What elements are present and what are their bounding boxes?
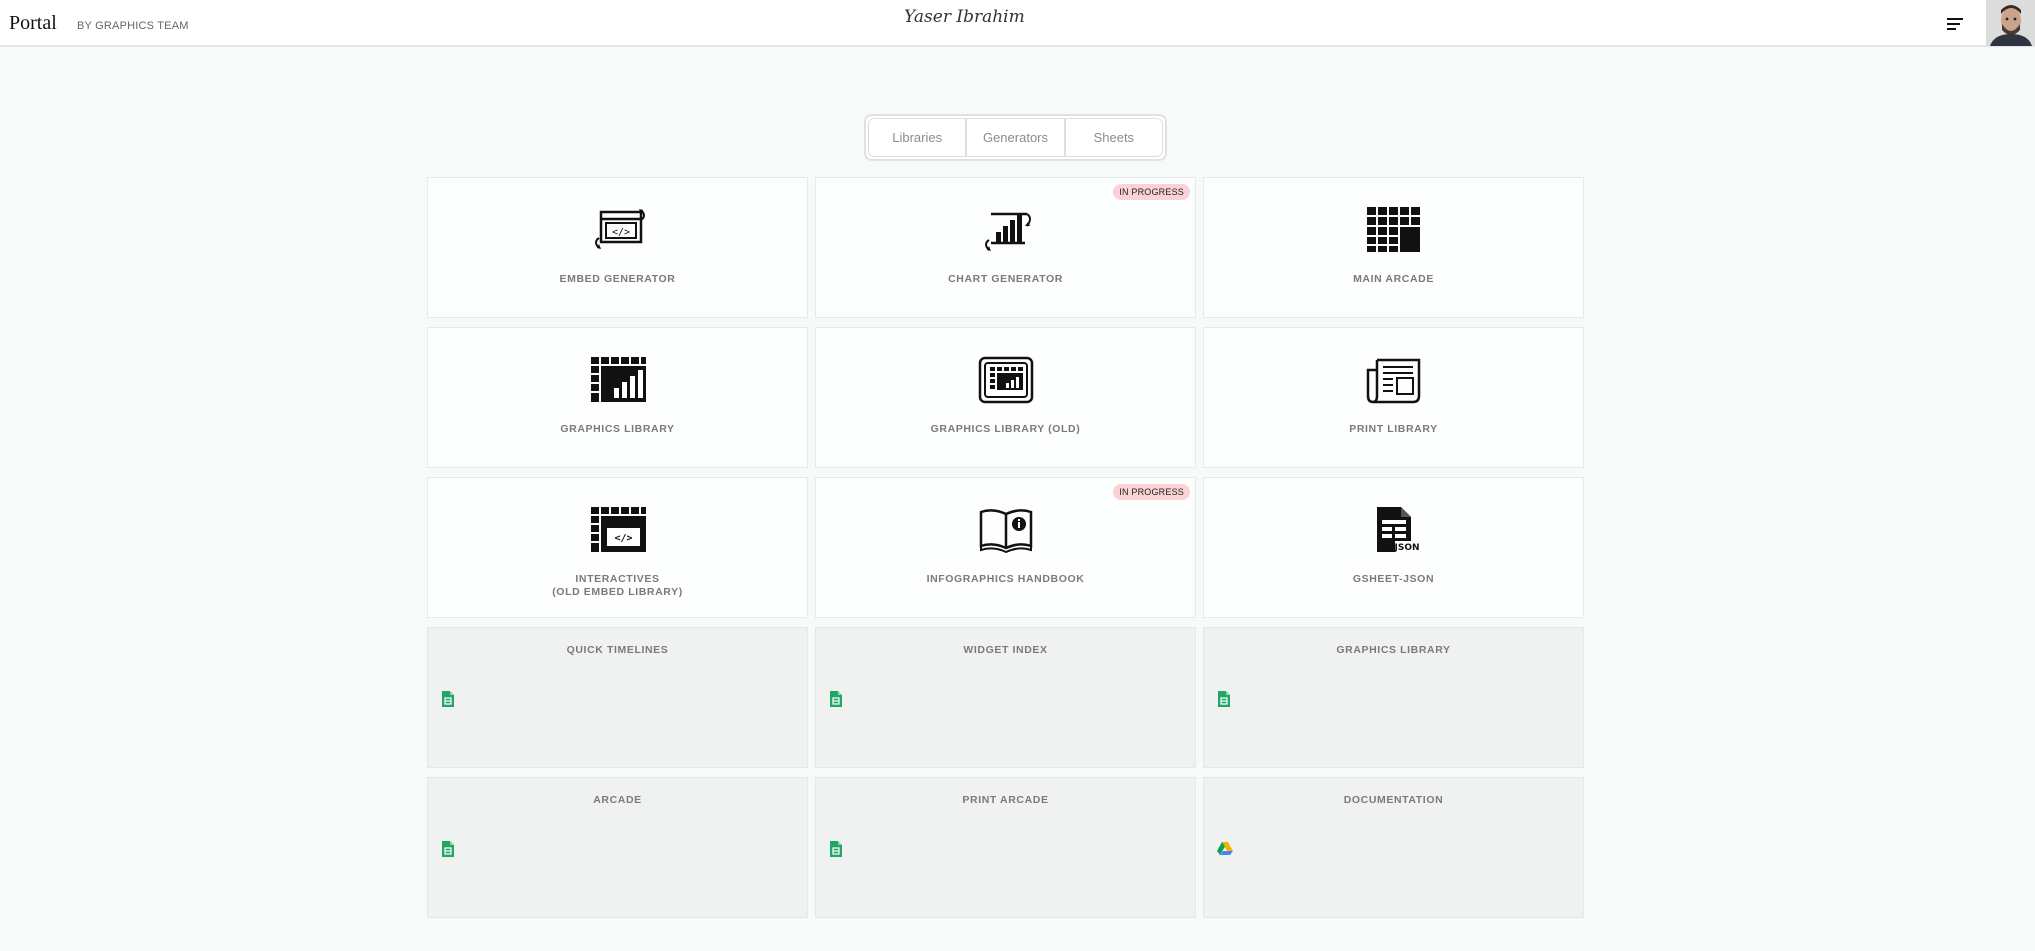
- google-drive-icon: [1217, 842, 1233, 855]
- google-sheets-icon: [1218, 691, 1230, 707]
- svg-text:JSON: JSON: [1393, 543, 1419, 553]
- svg-text:</>: </>: [611, 227, 629, 238]
- status-badge: IN PROGRESS: [1113, 484, 1190, 500]
- svg-text:</>: </>: [614, 533, 632, 544]
- card-embed-generator[interactable]: </> EMBED GENERATOR: [427, 177, 808, 318]
- card-label: GRAPHICS LIBRARY: [560, 423, 675, 435]
- arcade-grid-icon: [1366, 207, 1420, 252]
- handbook-icon: [979, 509, 1032, 554]
- card-label: EMBED GENERATOR: [559, 273, 676, 285]
- top-header: Portal BY GRAPHICS TEAM Yaser Ibrahim: [0, 0, 2035, 47]
- google-sheets-icon: [442, 691, 454, 707]
- card-graphics-library[interactable]: GRAPHICS LIBRARY: [427, 327, 808, 468]
- signature-logo: Yaser Ibrahim: [904, 7, 1025, 27]
- newspaper-icon: [1366, 358, 1420, 404]
- json-file-icon: JSON: [1376, 507, 1419, 553]
- sheet-documentation[interactable]: DOCUMENTATION: [1203, 777, 1584, 918]
- card-graphics-library-old[interactable]: GRAPHICS LIBRARY (OLD): [815, 327, 1196, 468]
- card-main-arcade[interactable]: MAIN ARCADE: [1203, 177, 1584, 318]
- sheet-print-arcade[interactable]: PRINT ARCADE: [815, 777, 1196, 918]
- menu-icon[interactable]: [1947, 18, 1969, 32]
- sheet-quick-timelines[interactable]: QUICK TIMELINES: [427, 627, 808, 768]
- avatar[interactable]: [1986, 0, 2035, 46]
- sheet-label: QUICK TIMELINES: [566, 644, 669, 656]
- graphics-library-icon: [590, 357, 646, 402]
- embed-generator-icon: </>: [594, 209, 645, 249]
- card-gsheet-json[interactable]: JSON GSHEET-JSON: [1203, 477, 1584, 618]
- sheet-label: ARCADE: [593, 794, 642, 806]
- brand-subtitle: BY GRAPHICS TEAM: [77, 20, 189, 32]
- sheet-label: PRINT ARCADE: [962, 794, 1049, 806]
- card-label: INTERACTIVES (OLD EMBED LIBRARY): [552, 573, 683, 598]
- chart-generator-icon: [984, 212, 1031, 251]
- card-print-library[interactable]: PRINT LIBRARY: [1203, 327, 1584, 468]
- tab-sheets[interactable]: Sheets: [1064, 118, 1163, 157]
- interactives-icon: </>: [590, 507, 646, 552]
- sheet-graphics-library[interactable]: GRAPHICS LIBRARY: [1203, 627, 1584, 768]
- sheet-label: GRAPHICS LIBRARY: [1336, 644, 1451, 656]
- card-label: GRAPHICS LIBRARY (OLD): [930, 423, 1081, 435]
- sheet-arcade[interactable]: ARCADE: [427, 777, 808, 918]
- card-label: MAIN ARCADE: [1353, 273, 1434, 285]
- card-label: GSHEET-JSON: [1352, 573, 1435, 585]
- status-badge: IN PROGRESS: [1113, 184, 1190, 200]
- card-label: INFOGRAPHICS HANDBOOK: [926, 573, 1085, 585]
- card-label: PRINT LIBRARY: [1349, 423, 1438, 435]
- portal-grid: </> EMBED GENERATOR IN PROGRESS CHART GE…: [427, 177, 1587, 918]
- google-sheets-icon: [830, 841, 842, 857]
- sheet-widget-index[interactable]: WIDGET INDEX: [815, 627, 1196, 768]
- brand-title[interactable]: Portal: [9, 12, 57, 35]
- sheet-label: WIDGET INDEX: [963, 644, 1048, 656]
- card-infographics-handbook[interactable]: IN PROGRESS INFOGRAPHICS HANDBOOK: [815, 477, 1196, 618]
- card-chart-generator[interactable]: IN PROGRESS CHART GENERATOR: [815, 177, 1196, 318]
- google-sheets-icon: [442, 841, 454, 857]
- graphics-library-old-icon: [978, 356, 1033, 404]
- tab-generators[interactable]: Generators: [966, 118, 1065, 157]
- card-label: CHART GENERATOR: [948, 273, 1063, 285]
- card-interactives[interactable]: </> INTERACTIVES (OLD EMBED LIBRARY): [427, 477, 808, 618]
- google-sheets-icon: [830, 691, 842, 707]
- category-tabs: Libraries Generators Sheets: [864, 114, 1167, 161]
- sheet-label: DOCUMENTATION: [1343, 794, 1444, 806]
- tab-libraries[interactable]: Libraries: [868, 118, 967, 157]
